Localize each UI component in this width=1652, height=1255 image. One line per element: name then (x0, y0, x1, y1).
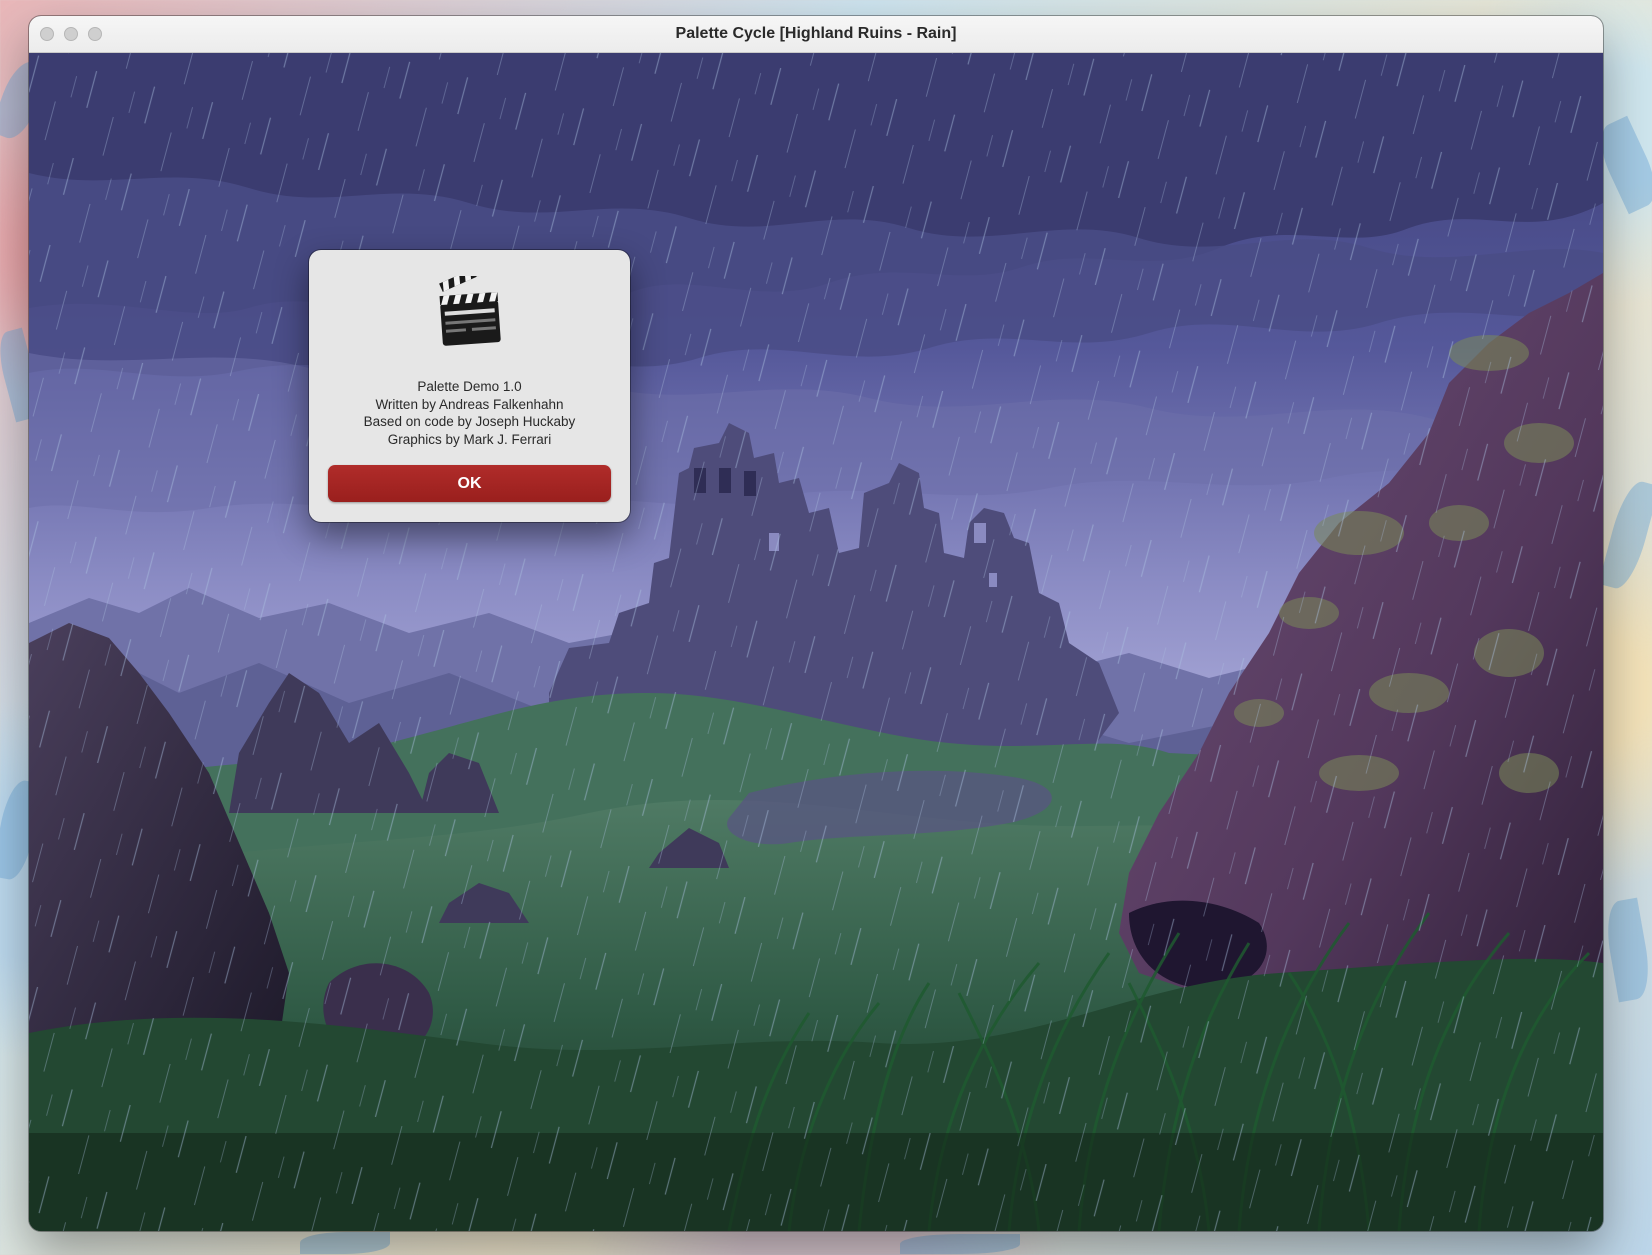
about-dialog: Palette Demo 1.0 Written by Andreas Falk… (309, 250, 630, 522)
app-name-version: Palette Demo 1.0 (417, 379, 522, 394)
rain-overlay (29, 53, 1603, 1231)
wallpaper-petal (1601, 897, 1652, 1003)
title-bar[interactable]: Palette Cycle [Highland Ruins - Rain] (29, 16, 1603, 53)
wallpaper-petal (900, 1234, 1020, 1254)
code-credit: Based on code by Joseph Huckaby (363, 414, 576, 429)
clapperboard-icon (437, 260, 503, 350)
author-credit: Written by Andreas Falkenhahn (375, 396, 564, 412)
graphics-credit: Graphics by Mark J. Ferrari (387, 431, 552, 447)
wallpaper-petal (1598, 477, 1652, 593)
wallpaper-petal (300, 1232, 390, 1254)
window-title: Palette Cycle [Highland Ruins - Rain] (675, 25, 957, 42)
ok-button[interactable]: OK (328, 465, 611, 502)
scene-canvas[interactable] (29, 53, 1603, 1231)
dialog-message: Palette Demo 1.0 Written by Andreas Falk… (309, 378, 630, 448)
app-window: Palette Cycle [Highland Ruins - Rain] (29, 16, 1603, 1231)
